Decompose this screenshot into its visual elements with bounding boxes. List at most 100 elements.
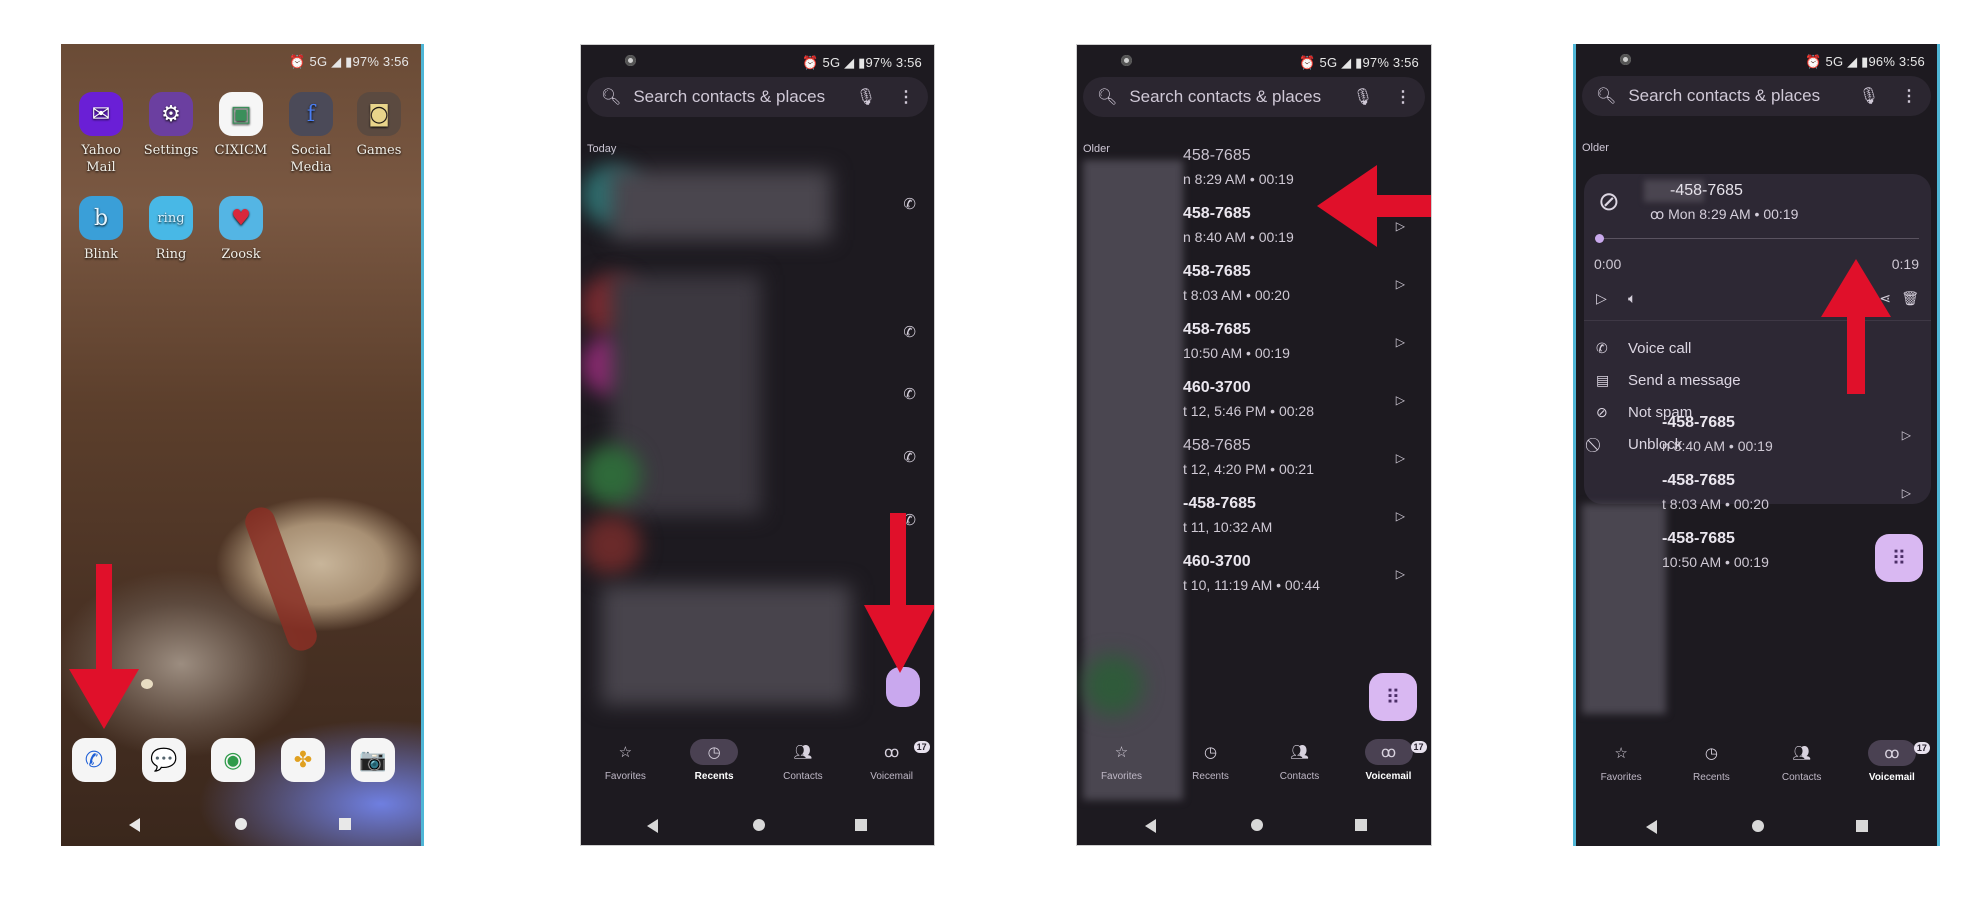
tab-voicemail[interactable]: ꝏ 17 Voicemail: [1852, 734, 1932, 783]
photos-icon[interactable]: ✤: [281, 738, 325, 782]
tab-recents[interactable]: ◷ Recents: [674, 733, 754, 782]
star-icon: ☆: [618, 744, 633, 761]
menu-item-label: Voice call: [1628, 339, 1692, 357]
play-icon[interactable]: ▷: [1396, 451, 1405, 465]
tab-label: Voicemail: [1868, 772, 1915, 783]
search-bar[interactable]: 🔍︎ Search contacts & places 🎙︎ ⋮: [1582, 76, 1931, 116]
microphone-icon[interactable]: 🎙︎: [1353, 87, 1373, 107]
search-input[interactable]: Search contacts & places: [633, 87, 855, 107]
tab-favorites[interactable]: ☆ Favorites: [1082, 733, 1162, 782]
voicemail-number: 460-3700: [1183, 553, 1251, 570]
back-button[interactable]: [1145, 819, 1156, 833]
back-button[interactable]: [647, 819, 658, 833]
voicemail-number: -458-7685: [1670, 182, 1743, 199]
recents-button[interactable]: [1856, 820, 1868, 832]
voicemail-row[interactable]: -458-7685 n 8:40 AM • 00:19 ▷: [1662, 414, 1937, 472]
camera-icon[interactable]: 📷: [351, 738, 395, 782]
play-icon[interactable]: ▷: [1396, 393, 1405, 407]
tab-favorites[interactable]: ☆ Favorites: [585, 733, 665, 782]
play-icon[interactable]: ▷: [1396, 335, 1405, 349]
dialpad-button[interactable]: ⠿: [1369, 673, 1417, 721]
contacts-icon: 👥︎: [1289, 744, 1310, 761]
annotation-arrow-down: [69, 564, 139, 729]
phone-icon: ✆: [1596, 339, 1608, 356]
voicemail-row[interactable]: 460-3700 t 12, 5:46 PM • 00:28 ▷: [1183, 379, 1431, 437]
play-icon[interactable]: ▷: [1902, 428, 1911, 442]
app-shortcut[interactable]: ✉ Yahoo Mail: [69, 92, 133, 176]
playback-slider[interactable]: [1598, 238, 1919, 239]
chrome-icon[interactable]: ◉: [211, 738, 255, 782]
recents-button[interactable]: [339, 818, 351, 830]
call-icon[interactable]: ✆: [903, 195, 916, 213]
tab-recents[interactable]: ◷ Recents: [1171, 733, 1251, 782]
app-shortcut[interactable]: ring Ring: [139, 196, 203, 263]
back-button[interactable]: [1646, 820, 1657, 834]
more-options-icon[interactable]: ⋮: [1901, 86, 1917, 106]
bottom-navigation: ☆ Favorites ◷ Recents 👥︎ Contacts ꝏ 17 Voicemail: [581, 733, 934, 795]
app-shortcut[interactable]: ♥ Zoosk: [209, 196, 273, 263]
search-input[interactable]: Search contacts & places: [1628, 86, 1858, 106]
app-shortcut[interactable]: b Blink: [69, 196, 133, 263]
play-icon[interactable]: ▷: [1396, 567, 1405, 581]
tab-contacts[interactable]: 👥︎ Contacts: [1260, 733, 1340, 782]
delete-icon[interactable]: 🗑︎: [1901, 290, 1919, 307]
voicemail-row[interactable]: -458-7685 t 8:03 AM • 00:20 ▷: [1662, 472, 1937, 530]
play-icon[interactable]: ▷: [1596, 290, 1607, 307]
back-button[interactable]: [129, 818, 140, 832]
app-shortcut[interactable]: ⚙ Settings: [139, 92, 203, 159]
app-shortcut[interactable]: ▣ CIXICM: [209, 92, 273, 159]
tab-voicemail[interactable]: ꝏ 17 Voicemail: [852, 733, 932, 782]
call-icon[interactable]: ✆: [903, 385, 916, 403]
recents-button[interactable]: [855, 819, 867, 831]
voicemail-row[interactable]: 460-3700 t 10, 11:19 AM • 00:44 ▷: [1183, 553, 1431, 611]
tab-recents[interactable]: ◷ Recents: [1671, 734, 1751, 783]
voicemail-number: 458-7685: [1183, 321, 1251, 338]
voicemail-row[interactable]: 458-7685 t 8:03 AM • 00:20 ▷: [1183, 263, 1431, 321]
menu-item-voice-call[interactable]: ✆ Voice call: [1596, 332, 1691, 364]
search-icon: 🔍︎: [1596, 88, 1617, 105]
unblock-icon: ⃠: [1596, 436, 1628, 453]
messages-icon[interactable]: 💬: [142, 738, 186, 782]
microphone-icon[interactable]: 🎙︎: [1859, 86, 1879, 106]
call-icon[interactable]: ✆: [903, 323, 916, 341]
app-shortcut[interactable]: f Social Media: [279, 92, 343, 176]
home-button[interactable]: [753, 819, 765, 831]
call-icon[interactable]: ✆: [903, 448, 916, 466]
speaker-icon[interactable]: 🔈︎: [1628, 290, 1636, 307]
more-options-icon[interactable]: ⋮: [898, 87, 914, 107]
system-nav-bar: [1576, 816, 1937, 838]
microphone-icon[interactable]: 🎙︎: [856, 87, 876, 107]
voicemail-count-badge: 17: [1410, 741, 1427, 753]
voicemail-row[interactable]: -458-7685 t 11, 10:32 AM ▷: [1183, 495, 1431, 553]
tab-label: Recents: [1192, 771, 1229, 782]
home-button[interactable]: [235, 818, 247, 830]
tab-contacts[interactable]: 👥︎ Contacts: [763, 733, 843, 782]
tab-favorites[interactable]: ☆ Favorites: [1581, 734, 1661, 783]
phone-icon[interactable]: ✆: [72, 738, 116, 782]
search-bar[interactable]: 🔍︎ Search contacts & places 🎙︎ ⋮: [1083, 77, 1425, 117]
redacted-contact: [601, 585, 851, 705]
tab-contacts[interactable]: 👥︎ Contacts: [1762, 734, 1842, 783]
more-options-icon[interactable]: ⋮: [1395, 87, 1411, 107]
menu-item-send-a-message[interactable]: ▤ Send a message: [1596, 364, 1741, 396]
voicemail-row[interactable]: 458-7685 t 12, 4:20 PM • 00:21 ▷: [1183, 437, 1431, 495]
playback-slider-thumb[interactable]: [1595, 234, 1604, 243]
play-icon[interactable]: ▷: [1396, 509, 1405, 523]
play-icon[interactable]: ▷: [1902, 486, 1911, 500]
bottom-navigation: ☆ Favorites ◷ Recents 👥︎ Contacts ꝏ 17 Voicemail: [1576, 734, 1937, 796]
search-bar[interactable]: 🔍︎ Search contacts & places 🎙︎ ⋮: [587, 77, 928, 117]
play-icon[interactable]: ▷: [1396, 277, 1405, 291]
voicemail-row[interactable]: 458-7685 10:50 AM • 00:19 ▷: [1183, 321, 1431, 379]
voicemail-meta: n 8:40 AM • 00:19: [1662, 438, 1773, 454]
recents-button[interactable]: [1355, 819, 1367, 831]
app-shortcut[interactable]: ◙ Games: [347, 92, 411, 159]
dialpad-button[interactable]: ⠿: [1875, 534, 1923, 582]
home-button[interactable]: [1752, 820, 1764, 832]
redacted-contacts: [1582, 504, 1666, 714]
home-button[interactable]: [1251, 819, 1263, 831]
tab-voicemail[interactable]: ꝏ 17 Voicemail: [1349, 733, 1429, 782]
voicemail-count-badge: 17: [913, 741, 930, 753]
app-label: Zoosk: [221, 247, 261, 262]
search-input[interactable]: Search contacts & places: [1129, 87, 1352, 107]
app-label: Ring: [155, 247, 187, 262]
